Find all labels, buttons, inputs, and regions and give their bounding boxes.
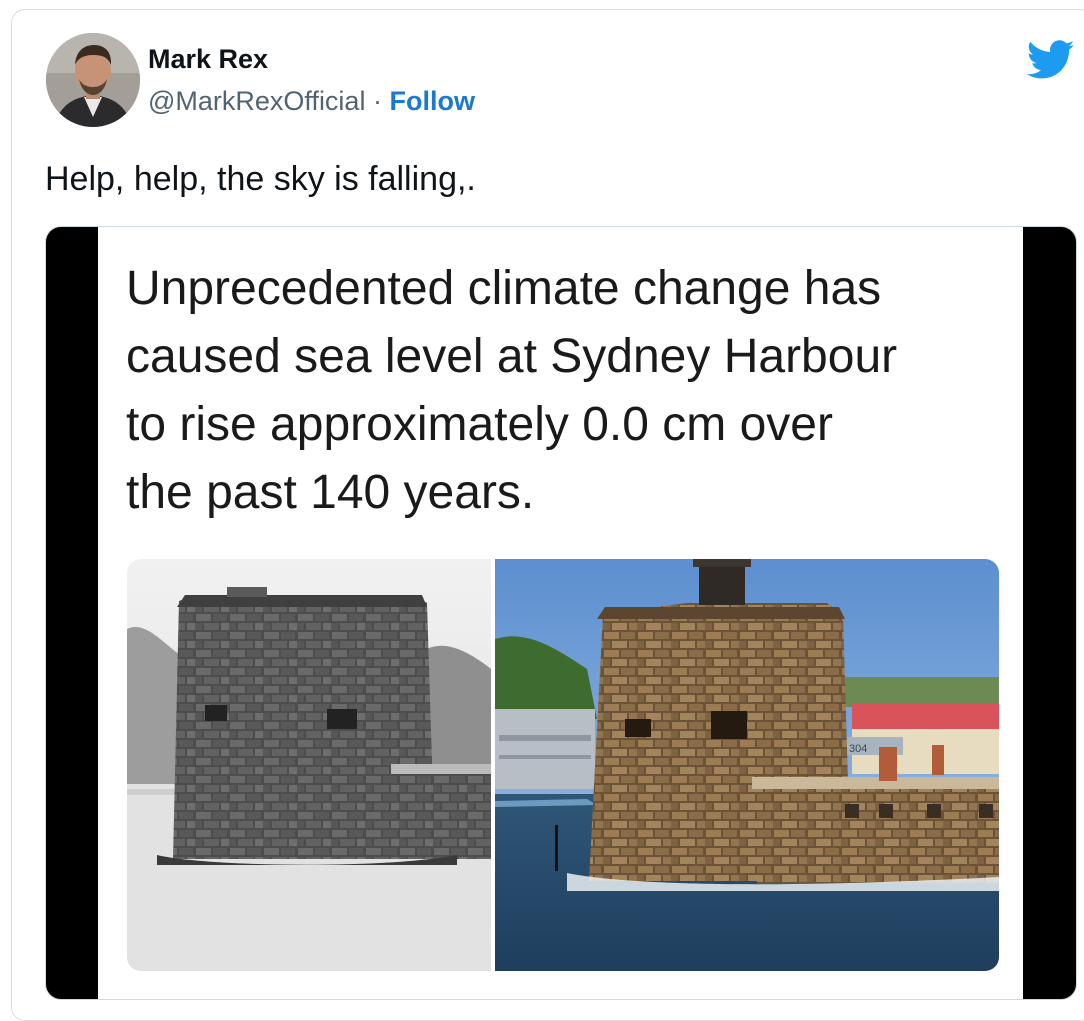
author-handle-row: @MarkRexOfficial · Follow xyxy=(148,86,475,117)
tweet-text: Help, help, the sky is falling,. xyxy=(45,160,476,198)
handle-separator: · xyxy=(372,86,382,116)
follow-button[interactable]: Follow xyxy=(389,86,474,116)
twitter-bird-icon[interactable] xyxy=(1026,40,1076,80)
modern-photo: 304 xyxy=(495,559,999,971)
meme-image: Unprecedented climate change has caused … xyxy=(98,227,1023,999)
historic-photo xyxy=(127,559,491,971)
headline-line: to rise approximately 0.0 cm over xyxy=(126,398,833,451)
author-handle[interactable]: @MarkRexOfficial xyxy=(148,86,365,116)
comparison-photos: 304 xyxy=(127,559,999,971)
tweet-media-image[interactable]: Unprecedented climate change has caused … xyxy=(45,226,1077,1000)
author-name[interactable]: Mark Rex xyxy=(148,44,268,75)
avatar[interactable] xyxy=(46,33,140,127)
headline-line: caused sea level at Sydney Harbour xyxy=(126,330,898,383)
headline-line: Unprecedented climate change has xyxy=(126,262,882,315)
headline-line: the past 140 years. xyxy=(126,466,535,519)
meme-headline: Unprecedented climate change has caused … xyxy=(126,255,1006,527)
ship-number: 304 xyxy=(849,743,867,755)
